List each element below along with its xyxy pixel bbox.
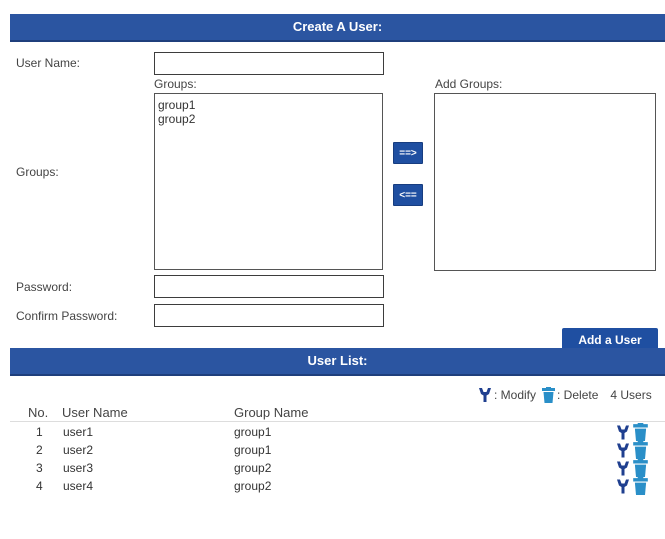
modify-wrench-icon[interactable] <box>616 478 630 498</box>
groups-list-label: Groups: <box>154 77 197 91</box>
row-group-name: group2 <box>234 461 272 475</box>
table-row: 4 user4 group2 <box>10 477 665 495</box>
user-list-title: User List: <box>307 353 368 368</box>
remove-group-arrow-button[interactable]: <== <box>393 184 423 206</box>
row-group-name: group1 <box>234 443 272 457</box>
table-row: 1 user1 group1 <box>10 423 665 441</box>
row-number: 2 <box>36 443 43 457</box>
delete-trash-icon[interactable] <box>633 477 648 498</box>
row-user-name: user4 <box>63 479 94 493</box>
user-list-header: User List: <box>10 348 665 376</box>
wrench-icon <box>478 387 492 403</box>
confirm-password-label: Confirm Password: <box>16 309 118 323</box>
table-header-divider <box>10 421 665 422</box>
create-user-header: Create A User: <box>10 14 665 42</box>
group-option[interactable]: group2 <box>158 112 379 126</box>
row-number: 3 <box>36 461 43 475</box>
table-row: 2 user2 group1 <box>10 441 665 459</box>
column-header-group-name: Group Name <box>234 405 309 420</box>
group-option[interactable]: group1 <box>158 98 379 112</box>
available-groups-list[interactable]: group1 group2 <box>154 93 383 270</box>
add-group-arrow-button[interactable]: ==> <box>393 142 423 164</box>
password-label: Password: <box>16 280 73 294</box>
delete-legend-label: : Delete <box>557 388 599 402</box>
user-name-label: User Name: <box>16 56 81 70</box>
row-group-name: group1 <box>234 425 272 439</box>
create-user-title: Create A User: <box>292 19 383 34</box>
table-row: 3 user3 group2 <box>10 459 665 477</box>
add-groups-label: Add Groups: <box>435 77 503 91</box>
user-name-input[interactable] <box>154 52 384 75</box>
added-groups-list[interactable] <box>434 93 656 271</box>
confirm-password-input[interactable] <box>154 304 384 327</box>
modify-legend-label: : Modify <box>494 388 537 402</box>
row-number: 1 <box>36 425 43 439</box>
trash-icon <box>542 387 556 403</box>
password-input[interactable] <box>154 275 384 298</box>
row-user-name: user2 <box>63 443 94 457</box>
row-group-name: group2 <box>234 479 272 493</box>
groups-label: Groups: <box>16 165 59 179</box>
user-count: 4 Users <box>610 388 652 402</box>
column-header-no: No. <box>28 405 49 420</box>
row-user-name: user1 <box>63 425 94 439</box>
row-number: 4 <box>36 479 43 493</box>
icon-legend: : Modify : Delete 4 Users <box>478 385 652 405</box>
row-user-name: user3 <box>63 461 94 475</box>
column-header-user-name: User Name <box>62 405 128 420</box>
